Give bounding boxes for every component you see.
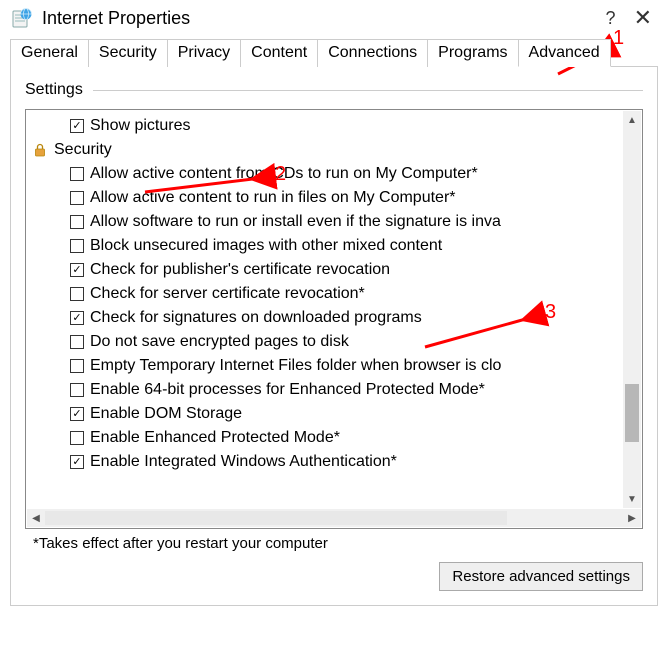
settings-item[interactable]: Allow software to run or install even if… [52, 210, 622, 234]
scroll-left-arrow-icon[interactable]: ◀ [27, 513, 45, 524]
checkbox[interactable] [70, 383, 84, 397]
settings-item-label: Enable 64-bit processes for Enhanced Pro… [90, 378, 485, 402]
tab-security[interactable]: Security [88, 39, 168, 67]
checkbox[interactable] [70, 431, 84, 445]
checkbox[interactable] [70, 239, 84, 253]
settings-item-label: Check for publisher's certificate revoca… [90, 258, 390, 282]
scroll-right-arrow-icon[interactable]: ▶ [623, 513, 641, 524]
close-button[interactable]: ✕ [634, 7, 652, 29]
settings-item[interactable]: Enable 64-bit processes for Enhanced Pro… [52, 378, 622, 402]
settings-item[interactable]: Do not save encrypted pages to disk [52, 330, 622, 354]
checkbox[interactable] [70, 119, 84, 133]
checkbox[interactable] [70, 359, 84, 373]
window-title: Internet Properties [42, 8, 598, 29]
settings-item-label: Check for server certificate revocation* [90, 282, 365, 306]
titlebar: Internet Properties ? ✕ [0, 0, 666, 38]
settings-item[interactable]: Check for server certificate revocation* [52, 282, 622, 306]
scroll-up-arrow-icon[interactable]: ▲ [623, 111, 641, 129]
internet-options-icon [10, 6, 34, 30]
checkbox[interactable] [70, 335, 84, 349]
tab-content[interactable]: Content [240, 39, 318, 67]
settings-item-label: Check for signatures on downloaded progr… [90, 306, 422, 330]
checkbox[interactable] [70, 287, 84, 301]
settings-category: Security [52, 138, 622, 162]
tab-advanced[interactable]: Advanced [518, 39, 611, 67]
settings-item[interactable]: Allow active content from CDs to run on … [52, 162, 622, 186]
settings-item-label: Allow active content to run in files on … [90, 186, 456, 210]
settings-item-label: Empty Temporary Internet Files folder wh… [90, 354, 501, 378]
settings-item-label: Do not save encrypted pages to disk [90, 330, 349, 354]
settings-item[interactable]: Block unsecured images with other mixed … [52, 234, 622, 258]
checkbox[interactable] [70, 191, 84, 205]
settings-item-label: Enable Integrated Windows Authentication… [90, 450, 397, 474]
checkbox[interactable] [70, 455, 84, 469]
settings-item[interactable]: Allow active content to run in files on … [52, 186, 622, 210]
vertical-scrollbar[interactable]: ▲ ▼ [623, 111, 641, 508]
horizontal-scroll-track[interactable] [45, 509, 623, 527]
settings-group-title: Settings [25, 81, 83, 99]
restart-footnote: *Takes effect after you restart your com… [25, 529, 643, 562]
settings-item-label: Block unsecured images with other mixed … [90, 234, 442, 258]
horizontal-scroll-thumb[interactable] [45, 511, 507, 525]
settings-item-label: Security [54, 138, 112, 162]
settings-item[interactable]: Check for publisher's certificate revoca… [52, 258, 622, 282]
tab-connections[interactable]: Connections [317, 39, 428, 67]
settings-item-label: Allow software to run or install even if… [90, 210, 501, 234]
checkbox[interactable] [70, 407, 84, 421]
tab-privacy[interactable]: Privacy [167, 39, 241, 67]
lock-icon [32, 142, 48, 158]
vertical-scroll-thumb[interactable] [625, 384, 639, 442]
checkbox[interactable] [70, 263, 84, 277]
checkbox[interactable] [70, 167, 84, 181]
settings-item-label: Show pictures [90, 114, 191, 138]
advanced-panel: Settings Show picturesSecurityAllow acti… [10, 66, 658, 606]
checkbox[interactable] [70, 311, 84, 325]
restore-advanced-button[interactable]: Restore advanced settings [439, 562, 643, 591]
settings-item[interactable]: Enable DOM Storage [52, 402, 622, 426]
tab-general[interactable]: General [10, 39, 89, 67]
settings-item[interactable]: Empty Temporary Internet Files folder wh… [52, 354, 622, 378]
settings-item-label: Enable DOM Storage [90, 402, 242, 426]
settings-item[interactable]: Check for signatures on downloaded progr… [52, 306, 622, 330]
settings-tree: Show picturesSecurityAllow active conten… [25, 109, 643, 529]
scroll-down-arrow-icon[interactable]: ▼ [623, 490, 641, 508]
settings-item[interactable]: Enable Enhanced Protected Mode* [52, 426, 622, 450]
vertical-scroll-track[interactable] [623, 129, 641, 490]
settings-item[interactable]: Show pictures [52, 114, 622, 138]
settings-item-label: Allow active content from CDs to run on … [90, 162, 478, 186]
group-divider [93, 90, 643, 91]
tab-strip: General Security Privacy Content Connect… [0, 38, 666, 66]
settings-item[interactable]: Enable Integrated Windows Authentication… [52, 450, 622, 474]
tab-programs[interactable]: Programs [427, 39, 518, 67]
help-button[interactable]: ? [606, 9, 616, 27]
checkbox[interactable] [70, 215, 84, 229]
settings-item-label: Enable Enhanced Protected Mode* [90, 426, 340, 450]
horizontal-scrollbar[interactable]: ◀ ▶ [27, 509, 641, 527]
